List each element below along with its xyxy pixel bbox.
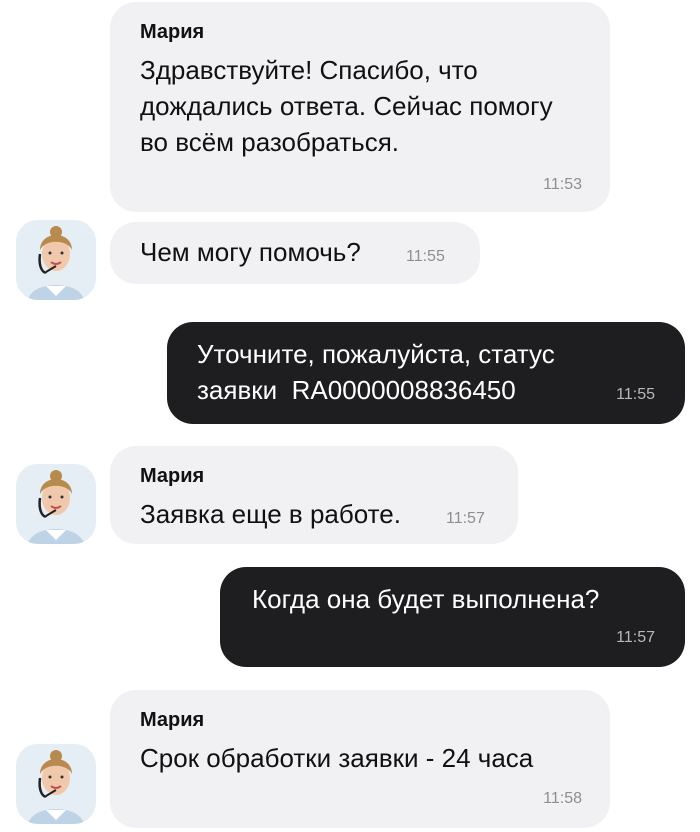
message-time: 11:53 bbox=[543, 176, 582, 193]
message-time: 11:55 bbox=[616, 386, 655, 403]
chat-thread: Мария Здравствуйте! Спасибо, что дождали… bbox=[0, 0, 700, 832]
message-outgoing: Уточните, пожалуйста, статус заявки RA00… bbox=[167, 322, 685, 424]
message-outgoing: Когда она будет выполнена? 11:57 bbox=[220, 567, 685, 667]
message-text: Когда она будет выполнена? bbox=[252, 584, 600, 614]
operator-avatar-icon bbox=[16, 744, 96, 824]
agent-avatar bbox=[16, 744, 96, 824]
message-time: 11:57 bbox=[616, 629, 655, 646]
message-time: 11:57 bbox=[446, 510, 485, 527]
sender-name: Мария bbox=[140, 465, 205, 487]
message-incoming: Мария Срок обработки заявки - 24 часа 11… bbox=[110, 690, 610, 828]
message-text: Заявка еще в работе. bbox=[140, 499, 401, 529]
message-incoming: Мария Заявка еще в работе. 11:57 bbox=[110, 446, 518, 544]
message-incoming: Чем могу помочь? 11:55 bbox=[110, 222, 480, 284]
message-text: Срок обработки заявки - 24 часа bbox=[140, 743, 534, 773]
message-time: 11:58 bbox=[543, 790, 582, 807]
agent-avatar bbox=[16, 220, 96, 300]
message-text: Уточните, пожалуйста, статус заявки RA00… bbox=[197, 339, 562, 405]
operator-avatar-icon bbox=[16, 220, 96, 300]
message-text: Здравствуйте! Спасибо, что дождались отв… bbox=[140, 55, 553, 157]
message-incoming: Мария Здравствуйте! Спасибо, что дождали… bbox=[110, 2, 610, 212]
operator-avatar-icon bbox=[16, 464, 96, 544]
sender-name: Мария bbox=[140, 21, 205, 43]
message-text: Чем могу помочь? bbox=[140, 237, 361, 267]
message-time: 11:55 bbox=[406, 248, 445, 265]
sender-name: Мария bbox=[140, 709, 205, 731]
agent-avatar bbox=[16, 464, 96, 544]
